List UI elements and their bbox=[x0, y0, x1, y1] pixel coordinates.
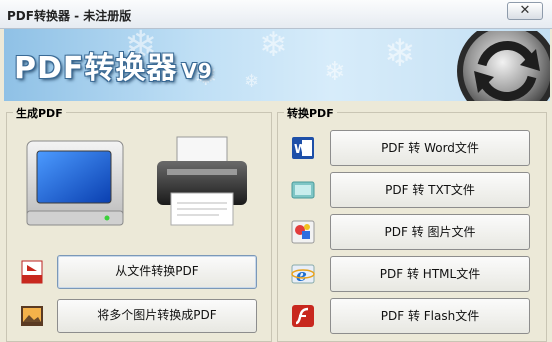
printer-icon bbox=[157, 136, 247, 226]
svg-text:W: W bbox=[294, 142, 307, 156]
snowflake-icon: ❄ bbox=[384, 31, 416, 75]
word-icon: W bbox=[292, 137, 314, 159]
close-button[interactable]: ✕ bbox=[507, 2, 543, 20]
app-banner: ❄ ❄ ❄ ❄ ❄ ❄ PDF转换器 V9 bbox=[4, 29, 550, 101]
convert-pdf-panel: 转换PDF W PDF 转 Word文件 PDF 转 TXT文件 PDF 转 图… bbox=[277, 105, 547, 342]
pdf-to-flash-button[interactable]: PDF 转 Flash文件 bbox=[330, 298, 530, 334]
refresh-emblem-icon bbox=[457, 31, 550, 101]
window-title: PDF转换器 - 未注册版 bbox=[7, 9, 132, 23]
pdf-to-word-button[interactable]: PDF 转 Word文件 bbox=[330, 130, 530, 166]
banner-app-name: PDF转换器 bbox=[14, 51, 178, 86]
create-pdf-panel: 生成PDF 从文件转换PDF 将多个图片转换成PDF bbox=[6, 105, 272, 342]
banner-title: PDF转换器 V9 bbox=[14, 43, 213, 87]
picture-icon bbox=[291, 220, 315, 244]
snowflake-icon: ❄ bbox=[244, 71, 260, 92]
ie-icon: e bbox=[291, 264, 315, 286]
pdf-doc-icon bbox=[21, 260, 43, 284]
txt-icon bbox=[291, 181, 315, 199]
create-pdf-legend: 生成PDF bbox=[13, 105, 66, 121]
close-icon: ✕ bbox=[519, 3, 531, 18]
convert-from-file-button[interactable]: 从文件转换PDF bbox=[57, 255, 257, 289]
pdf-to-image-button[interactable]: PDF 转 图片文件 bbox=[330, 214, 530, 250]
title-bar: PDF转换器 - 未注册版 ✕ bbox=[0, 0, 552, 29]
pdf-to-html-button[interactable]: PDF 转 HTML文件 bbox=[330, 256, 530, 292]
snowflake-icon: ❄ bbox=[259, 29, 288, 65]
convert-pdf-legend: 转换PDF bbox=[284, 105, 337, 121]
monitor-icon bbox=[26, 140, 124, 226]
pdf-to-txt-button[interactable]: PDF 转 TXT文件 bbox=[330, 172, 530, 208]
svg-text:e: e bbox=[296, 266, 307, 286]
flash-icon bbox=[292, 305, 314, 327]
image-icon bbox=[21, 306, 43, 326]
snowflake-icon: ❄ bbox=[324, 57, 346, 87]
banner-version: V9 bbox=[181, 59, 213, 83]
